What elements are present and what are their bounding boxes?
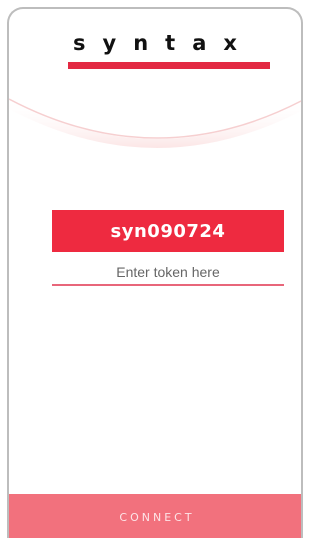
connect-button[interactable]: CONNECT — [9, 494, 301, 538]
app-frame: syntax syn090724 CONNECT — [7, 7, 303, 538]
header-curve-decoration — [9, 98, 301, 148]
token-badge: syn090724 — [52, 210, 284, 252]
token-input[interactable] — [52, 260, 284, 286]
brand-logo: syntax — [73, 31, 254, 55]
brand-underline — [68, 62, 270, 69]
